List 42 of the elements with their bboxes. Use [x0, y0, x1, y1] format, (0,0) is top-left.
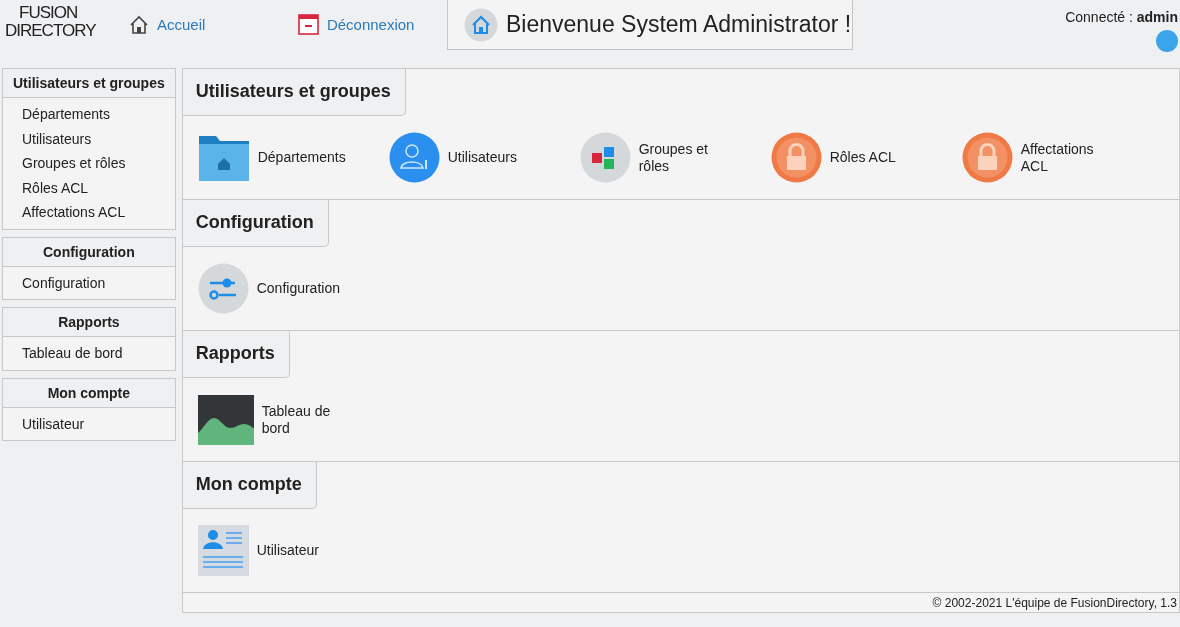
menu-item[interactable]: Utilisateur [22, 411, 175, 436]
menu-item[interactable]: Tableau de bord [22, 341, 175, 366]
menu-item[interactable]: Départements [22, 102, 175, 127]
copyright: © 2002-2021 L'équipe de FusionDirectory, 1.3 [182, 592, 1179, 612]
settings-icon [197, 263, 249, 314]
section-title: Utilisateurs et groupes [182, 69, 406, 116]
menu-title: Rapports [3, 308, 175, 337]
nav-link[interactable]: Accueil [129, 14, 206, 35]
connected-user: Connecté : admin [1065, 9, 1178, 25]
plugin-link[interactable]: Utilisateurs [388, 132, 580, 183]
lock-icon [770, 132, 822, 183]
folder-icon [197, 133, 250, 182]
menu-item[interactable]: Affectations ACL [22, 200, 175, 225]
id-card-icon [197, 525, 249, 576]
menu-title: Configuration [3, 237, 175, 267]
logo: FUSION DIRECTORY [5, 4, 97, 40]
menu-item[interactable]: Configuration [22, 270, 175, 295]
menu-title: Mon compte [3, 378, 175, 408]
chart-icon [197, 394, 254, 445]
plugin-link[interactable]: Rôles ACL [770, 132, 962, 183]
plugin-link[interactable]: Tableau de bord [197, 394, 389, 445]
menu-item[interactable]: Rôles ACL [22, 175, 175, 200]
lock-icon [961, 132, 1013, 183]
plugin-link[interactable]: Départements [197, 133, 389, 182]
plugin-link[interactable]: Utilisateur [197, 525, 389, 576]
welcome-text: Bienvenue System Administrator ! [506, 11, 852, 38]
home-icon [129, 14, 149, 35]
plugin-link[interactable]: Affectations ACL [961, 132, 1153, 183]
nav-link[interactable]: Déconnexion [297, 14, 415, 35]
user-icon [388, 132, 440, 183]
plugin-link[interactable]: Groupes et rôles [579, 132, 771, 183]
menu-title: Utilisateurs et groupes [3, 69, 175, 98]
groups-icon [579, 132, 631, 183]
home-icon [464, 7, 498, 42]
status-dot-icon [1156, 30, 1178, 52]
plugin-link[interactable]: Configuration [197, 263, 389, 314]
section-title: Mon compte [182, 462, 317, 509]
menu-item[interactable]: Utilisateurs [22, 126, 175, 151]
section-title: Configuration [182, 200, 329, 247]
logout-icon [297, 14, 319, 35]
section-title: Rapports [182, 331, 290, 378]
menu-item[interactable]: Groupes et rôles [22, 151, 175, 176]
